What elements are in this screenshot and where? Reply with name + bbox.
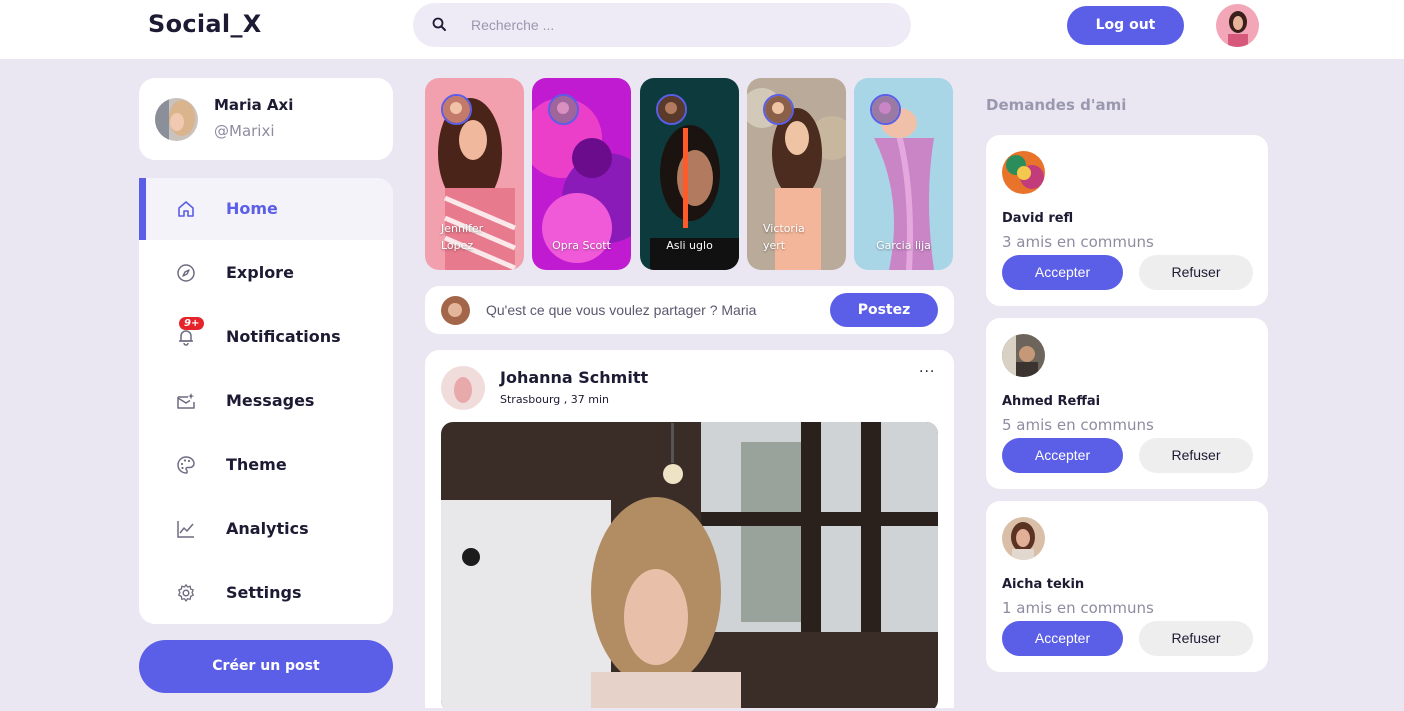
post-meta: Strasbourg , 37 min [500,393,610,406]
sidebar-item-label: Analytics [226,519,309,538]
analytics-icon [177,521,194,538]
submit-post-button[interactable]: Postez [830,293,938,327]
requester-name: David refl [1002,211,1074,226]
story-card[interactable]: Victoria yert [747,78,846,270]
accept-button[interactable]: Accepter [1002,621,1123,656]
sidebar-item-label: Settings [226,583,302,602]
sidebar-item-label: Home [226,199,278,218]
sidebar-item-label: Theme [226,455,287,474]
mutual-friends: 3 amis en communs [1002,233,1154,251]
gear-icon [178,584,194,602]
compass-icon [177,264,195,282]
composer-avatar [441,296,470,325]
refuse-button[interactable]: Refuser [1139,621,1253,656]
accept-button[interactable]: Accepter [1002,255,1123,290]
refuse-button[interactable]: Refuser [1139,438,1253,473]
friend-request-card: Ahmed Reffai 5 amis en communs Accepter … [986,318,1268,489]
search-bar [413,3,911,47]
logout-button[interactable]: Log out [1067,6,1184,45]
palette-icon [177,456,195,474]
requester-name: Aicha tekin [1002,577,1085,592]
user-avatar[interactable] [1216,4,1259,47]
notification-badge: 9+ [179,317,205,330]
bell-icon [179,330,193,346]
friend-request-card: David refl 3 amis en communs Accepter Re… [986,135,1268,306]
create-post-button[interactable]: Créer un post [139,640,393,693]
sidebar-item-explore[interactable]: Explore [139,242,393,304]
more-options-icon[interactable]: ··· [919,364,935,380]
story-name: Jennifer Lopez [441,222,484,252]
story-avatar [870,94,901,125]
accept-button[interactable]: Accepter [1002,438,1123,473]
sidebar-item-settings[interactable]: Settings [139,562,393,624]
post-image [441,422,938,708]
story-card[interactable]: Garcia lija [854,78,953,270]
sidebar-item-home[interactable]: Home [139,178,393,240]
profile-name: Maria Axi [214,96,294,114]
post-author-avatar[interactable] [441,366,485,410]
story-card[interactable]: Asli uglo [640,78,739,270]
story-avatar [441,94,472,125]
story-name: Asli uglo [666,239,713,252]
home-icon [178,201,194,217]
sidebar-item-label: Messages [226,391,315,410]
sidebar-item-notifications[interactable]: 9+ Notifications [139,306,393,368]
sidebar-item-label: Notifications [226,327,341,346]
story-name: Opra Scott [552,239,611,252]
friend-requests-title: Demandes d'ami [986,96,1127,114]
story-name: Victoria yert [763,222,805,252]
friend-request-card: Aicha tekin 1 amis en communs Accepter R… [986,501,1268,672]
post-composer: Postez [425,286,954,334]
requester-name: Ahmed Reffai [1002,394,1101,409]
requester-avatar[interactable] [1002,334,1045,377]
story-card[interactable]: Opra Scott [532,78,631,270]
story-avatar [763,94,794,125]
sidebar-item-messages[interactable]: Messages [139,370,393,432]
sidebar-nav: Home Explore 9+ Notifications Messages T… [139,178,393,624]
sidebar-item-label: Explore [226,263,294,282]
story-name: Garcia lija [876,239,931,252]
profile-avatar [155,98,198,141]
requester-avatar[interactable] [1002,517,1045,560]
story-avatar [548,94,579,125]
search-icon [432,17,446,31]
post-author-name[interactable]: Johanna Schmitt [500,368,648,387]
sidebar-item-analytics[interactable]: Analytics [139,498,393,560]
composer-input[interactable] [486,286,826,334]
profile-handle: @Marixi [214,122,275,140]
story-card[interactable]: Jennifer Lopez [425,78,524,270]
search-input[interactable] [471,3,891,47]
app-logo[interactable]: Social_X [148,10,262,38]
refuse-button[interactable]: Refuser [1139,255,1253,290]
sidebar-item-theme[interactable]: Theme [139,434,393,496]
story-avatar [656,94,687,125]
mutual-friends: 1 amis en communs [1002,599,1154,617]
top-bar: Social_X Log out [0,0,1404,59]
profile-card[interactable]: Maria Axi @Marixi [139,78,393,160]
requester-avatar[interactable] [1002,151,1045,194]
feed-post: Johanna Schmitt Strasbourg , 37 min ··· [425,350,954,708]
mutual-friends: 5 amis en communs [1002,416,1154,434]
messages-icon [177,393,195,409]
